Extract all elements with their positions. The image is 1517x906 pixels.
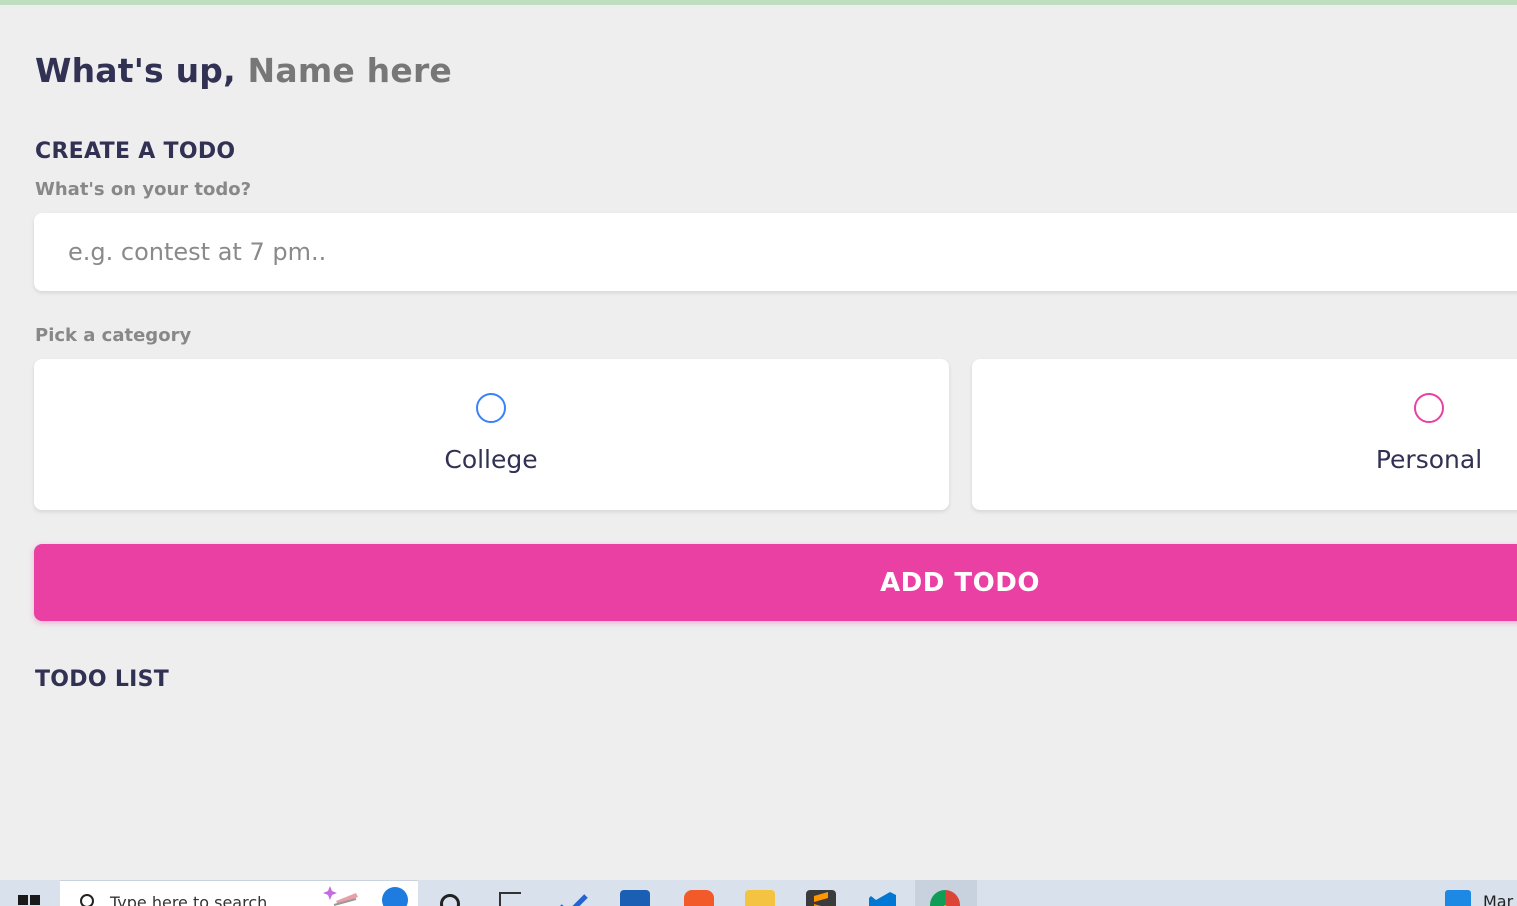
search-icon bbox=[80, 894, 94, 906]
todo-list bbox=[35, 705, 1515, 865]
mail-icon[interactable] bbox=[620, 890, 650, 906]
add-todo-button[interactable]: ADD TODO bbox=[34, 544, 1517, 621]
todo-app: What's up, Name here CREATE A TODO What'… bbox=[0, 5, 1517, 880]
cortana-icon[interactable] bbox=[440, 894, 460, 906]
category-label: Pick a category bbox=[35, 325, 192, 346]
greeting-prefix: What's up, bbox=[35, 51, 236, 90]
file-explorer-icon[interactable] bbox=[745, 890, 775, 906]
todo-app-icon[interactable] bbox=[557, 890, 588, 906]
category-option-personal[interactable]: Personal bbox=[972, 359, 1517, 510]
college-label: College bbox=[444, 445, 538, 474]
search-highlight-badge-icon bbox=[382, 887, 408, 906]
todo-input-label: What's on your todo? bbox=[35, 179, 252, 200]
search-highlight-icon bbox=[322, 885, 362, 906]
todo-list-title: TODO LIST bbox=[35, 667, 170, 692]
taskbar-right-text: Mar bbox=[1483, 892, 1514, 906]
create-todo-title: CREATE A TODO bbox=[35, 139, 236, 164]
app-icon[interactable] bbox=[1445, 890, 1471, 906]
task-view-icon[interactable] bbox=[499, 892, 521, 906]
windows-taskbar: Type here to search Mar bbox=[0, 880, 1517, 906]
add-todo-label: ADD TODO bbox=[880, 567, 1040, 598]
personal-radio[interactable] bbox=[1414, 393, 1444, 423]
taskbar-search-placeholder: Type here to search bbox=[110, 893, 268, 906]
college-radio[interactable] bbox=[476, 393, 506, 423]
personal-label: Personal bbox=[1375, 445, 1483, 474]
windows-start-icon[interactable] bbox=[18, 895, 40, 906]
sublime-text-icon[interactable] bbox=[806, 890, 836, 906]
todo-input[interactable] bbox=[34, 213, 1517, 291]
taskbar-search-box[interactable]: Type here to search bbox=[60, 880, 418, 906]
greeting-name: Name here bbox=[247, 51, 453, 90]
brave-browser-icon[interactable] bbox=[684, 890, 714, 906]
category-option-college[interactable]: College bbox=[34, 359, 949, 510]
vscode-icon[interactable] bbox=[868, 890, 898, 906]
greeting-heading: What's up, Name here bbox=[35, 51, 452, 90]
